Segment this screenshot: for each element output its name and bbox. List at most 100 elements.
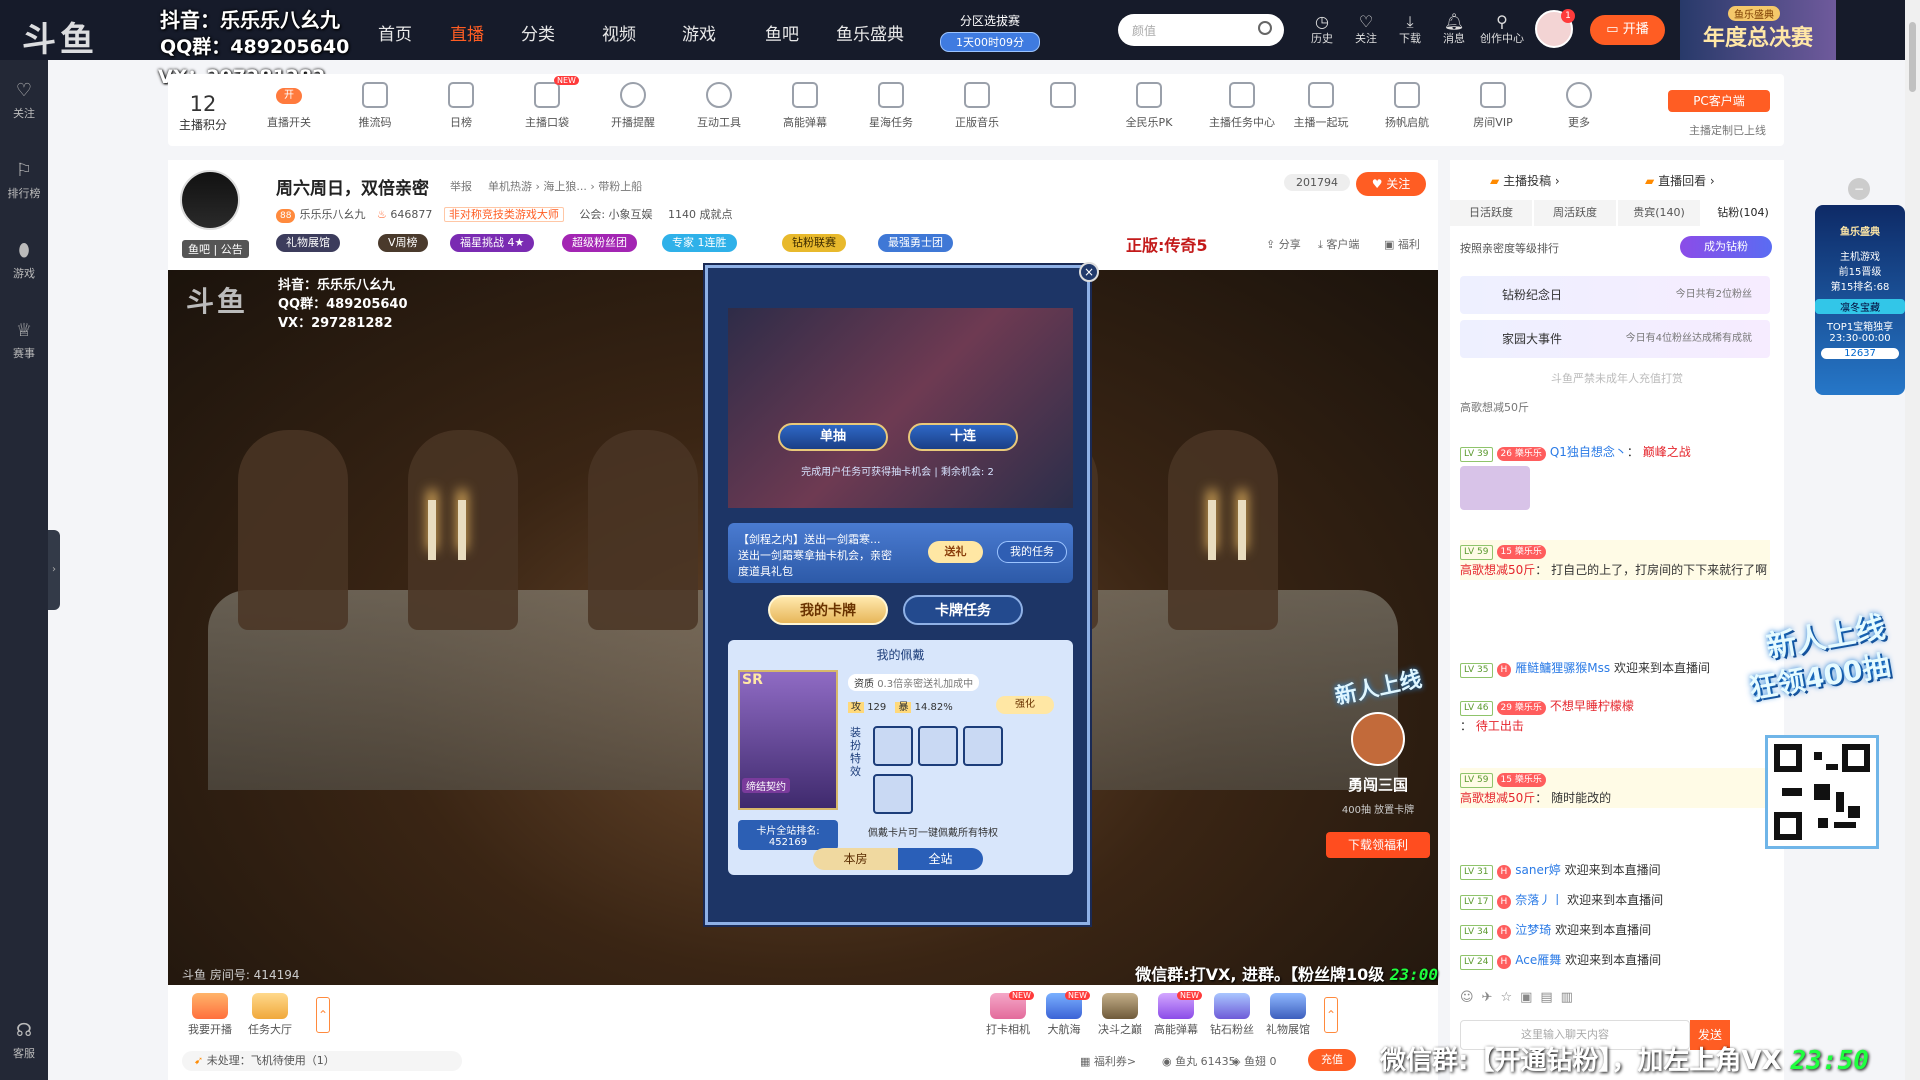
nav-celebration[interactable]: 鱼乐盛典 bbox=[836, 20, 904, 45]
tool-room-vip[interactable]: 房间VIP bbox=[1458, 82, 1528, 130]
tool-stream-key[interactable]: 推流码 bbox=[340, 82, 410, 130]
scrollbar-thumb[interactable] bbox=[1909, 22, 1916, 92]
leftnav-game[interactable]: ⬮ 游戏 bbox=[0, 240, 48, 281]
tab-weekly-activity[interactable]: 周活跃度 bbox=[1534, 200, 1616, 226]
chat-username[interactable]: 不想早睡柠檬檬 bbox=[1550, 699, 1634, 713]
nav-video[interactable]: 视频 bbox=[602, 20, 636, 45]
expand-up-icon[interactable]: ⌃ bbox=[316, 997, 330, 1033]
medal-gift-hall[interactable]: 礼物展馆 bbox=[276, 234, 340, 252]
effect-slot[interactable] bbox=[873, 726, 913, 766]
anchor-name[interactable]: 乐乐乐八幺九 bbox=[299, 208, 365, 221]
nav-live[interactable]: 直播 bbox=[450, 20, 484, 45]
tab-diamond-fans[interactable]: 钻粉(104) bbox=[1702, 200, 1784, 226]
tool-task-center[interactable]: 主播任务中心 bbox=[1200, 82, 1284, 130]
leftnav-service[interactable]: ☊ 客服 bbox=[0, 1020, 48, 1061]
message-button[interactable]: 🔔︎ 消息 bbox=[1436, 12, 1472, 46]
tool-more[interactable]: 更多 bbox=[1544, 82, 1614, 130]
leftnav-events[interactable]: ♕ 赛事 bbox=[0, 320, 48, 361]
medal-warriors[interactable]: 最强勇士团 bbox=[878, 234, 953, 252]
chat-username[interactable]: 高歌想减50斤 bbox=[1460, 791, 1535, 805]
chat-username[interactable]: 泣梦琦 bbox=[1515, 923, 1551, 937]
gift-duel[interactable]: 决斗之巅 bbox=[1092, 993, 1148, 1037]
gift-hall[interactable]: 礼物展馆 bbox=[1260, 993, 1316, 1037]
douyu-logo[interactable]: 斗鱼 bbox=[22, 12, 142, 60]
leftnav-ranking[interactable]: ⚐ 排行榜 bbox=[0, 160, 48, 201]
enhance-button[interactable]: 强化 bbox=[996, 696, 1054, 714]
expand-gifts-icon[interactable]: ⌃ bbox=[1324, 997, 1338, 1033]
recharge-button[interactable]: 充值 bbox=[1308, 1049, 1356, 1071]
chat-tool-icons[interactable]: ☺✈☆▣▤▥ bbox=[1460, 990, 1581, 1005]
effect-slot[interactable] bbox=[963, 726, 1003, 766]
user-avatar[interactable]: 1 bbox=[1535, 9, 1575, 48]
tool-music[interactable]: 正版音乐 bbox=[942, 82, 1012, 130]
pending-items[interactable]: ➹ 未处理：飞机待使用（1） bbox=[182, 1051, 462, 1071]
become-diamond-fan-button[interactable]: 成为钻粉 bbox=[1680, 236, 1772, 258]
tool-high-barrage[interactable]: 高能弹幕 bbox=[770, 82, 840, 130]
creator-center-button[interactable]: ⚲ 创作中心 bbox=[1480, 12, 1524, 46]
medal-expert[interactable]: 专家 1连胜 bbox=[662, 234, 737, 252]
report-link[interactable]: 举报 bbox=[450, 178, 472, 194]
gift-diamond-fan[interactable]: 钻石粉丝 bbox=[1204, 993, 1260, 1037]
tool-daily-rank[interactable]: 日榜 bbox=[426, 82, 496, 130]
qr-code[interactable] bbox=[1768, 738, 1876, 846]
follow-button[interactable]: ♥ 关注 bbox=[1356, 172, 1426, 196]
tool-set-sail[interactable]: 扬帆启航 bbox=[1372, 82, 1442, 130]
welfare-link[interactable]: ▣ 福利 bbox=[1384, 236, 1420, 252]
pc-client-button[interactable]: PC客户端 bbox=[1668, 90, 1770, 112]
nav-home[interactable]: 首页 bbox=[378, 20, 412, 45]
tab-card-tasks[interactable]: 卡牌任务 bbox=[903, 595, 1023, 625]
gift-voyage[interactable]: NEW 大航海 bbox=[1036, 991, 1092, 1037]
nav-category[interactable]: 分类 bbox=[521, 20, 555, 45]
close-icon[interactable]: × bbox=[1079, 262, 1099, 282]
event-anniversary[interactable]: 钻粉纪念日 今日共有2位粉丝 bbox=[1460, 276, 1770, 314]
follow-list-button[interactable]: ♡ 关注 bbox=[1348, 12, 1384, 46]
zone-selection-countdown[interactable]: 分区选拔赛 1天00时09分 bbox=[940, 12, 1040, 52]
anchor-score[interactable]: 12 主播积分 bbox=[168, 92, 238, 133]
search-icon[interactable] bbox=[1258, 21, 1272, 35]
chat-username[interactable]: 高歌想减50斤 bbox=[1460, 563, 1535, 577]
tool-live-reminder[interactable]: 开播提醒 bbox=[598, 82, 668, 130]
search-input[interactable]: 颜值 bbox=[1118, 14, 1284, 46]
tab-vip[interactable]: 贵宾(140) bbox=[1618, 200, 1700, 226]
chat-username[interactable]: 奈落丿丨 bbox=[1515, 893, 1563, 907]
anchor-tag[interactable]: 非对称竞技类游戏大师 bbox=[443, 207, 564, 222]
chat-username[interactable]: Ace雁舞 bbox=[1515, 953, 1561, 967]
share-link[interactable]: ⇪ 分享 bbox=[1266, 236, 1301, 252]
legend-ad[interactable]: 正版:传奇5 bbox=[1126, 232, 1208, 256]
game-ad-download-button[interactable]: 下载领福利 bbox=[1326, 832, 1430, 858]
nav-fishbar[interactable]: 鱼吧 bbox=[765, 20, 799, 45]
achievements-label[interactable]: 1140 成就点 bbox=[668, 208, 733, 221]
tab-my-cards[interactable]: 我的卡牌 bbox=[768, 595, 888, 625]
my-tasks-button[interactable]: 我的任务 bbox=[997, 541, 1067, 563]
tab-site[interactable]: 全站 bbox=[898, 848, 983, 870]
tool-star-task[interactable]: 星海任务 bbox=[856, 82, 926, 130]
tab-room[interactable]: 本房 bbox=[813, 848, 898, 870]
tool-anchor-pocket[interactable]: NEW 主播口袋 bbox=[512, 76, 582, 130]
chat-username[interactable]: Q1独自想念丶 bbox=[1550, 445, 1627, 459]
start-broadcast-button[interactable]: 我要开播 bbox=[182, 993, 238, 1037]
client-link[interactable]: ⤓ 客户端 bbox=[1318, 236, 1359, 252]
replay-link[interactable]: ▰ 直播回看 › bbox=[1645, 172, 1715, 189]
ten-draw-button[interactable]: 十连 bbox=[908, 423, 1018, 451]
tool-pk[interactable]: 全民乐PK bbox=[1114, 82, 1184, 130]
tool-play-together[interactable]: 主播一起玩 bbox=[1286, 82, 1356, 130]
tool-live-switch[interactable]: 开直播开关 bbox=[254, 82, 324, 130]
history-button[interactable]: ◷ 历史 bbox=[1304, 12, 1340, 46]
medal-diamond-league[interactable]: 钻粉联赛 bbox=[782, 234, 846, 252]
tab-daily-activity[interactable]: 日活跃度 bbox=[1450, 200, 1532, 226]
anchor-vote-link[interactable]: ▰ 主播投稿 › bbox=[1490, 172, 1560, 189]
anchor-avatar[interactable] bbox=[180, 170, 240, 230]
leftnav-follow[interactable]: ♡ 关注 bbox=[0, 80, 48, 121]
expand-sidebar-handle[interactable]: › bbox=[48, 530, 60, 610]
medal-weekly[interactable]: V周榜 bbox=[378, 234, 428, 252]
effect-slot[interactable] bbox=[873, 774, 913, 814]
download-button[interactable]: ⤓ 下载 bbox=[1392, 12, 1428, 46]
chat-username[interactable]: saner婷 bbox=[1515, 863, 1561, 877]
tool-interactive[interactable]: 互动工具 bbox=[684, 82, 754, 130]
page-scrollbar[interactable] bbox=[1905, 0, 1920, 1080]
game-ad[interactable]: 新人上线 勇闯三国 400抽 放置卡牌 下载领福利 bbox=[1318, 667, 1438, 950]
guild-label[interactable]: 公会: 小象互娱 bbox=[579, 208, 652, 221]
nav-game[interactable]: 游戏 bbox=[682, 20, 716, 45]
welfare-coupon-link[interactable]: ▦ 福利券> bbox=[1080, 1053, 1136, 1069]
tool-gift[interactable] bbox=[1028, 82, 1098, 114]
